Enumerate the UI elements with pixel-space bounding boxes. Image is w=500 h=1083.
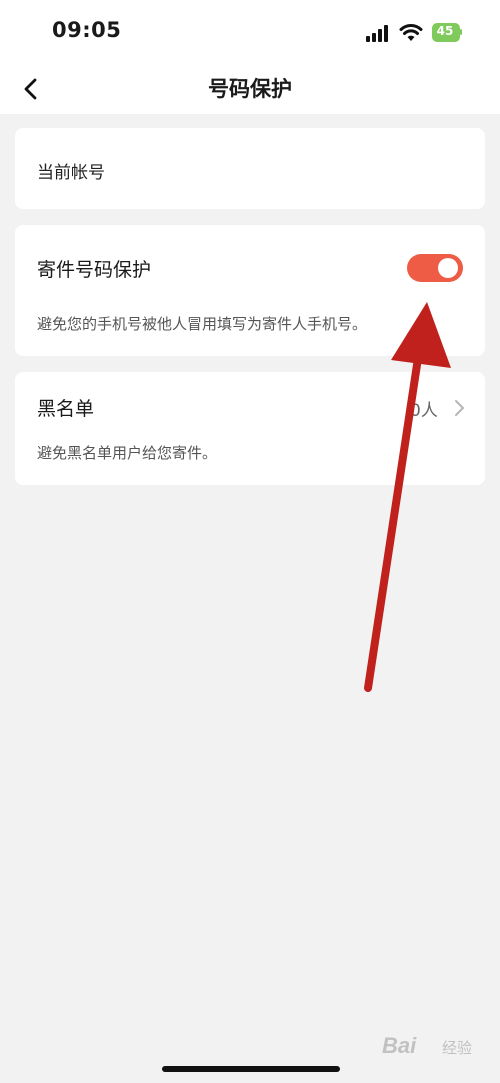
toggle-knob (438, 258, 458, 278)
status-time: 09:05 (52, 18, 122, 42)
wifi-icon (399, 24, 423, 41)
sender-protection-description: 避免您的手机号被他人冒用填写为寄件人手机号。 (37, 315, 368, 333)
nav-bar: 号码保护 (0, 64, 500, 114)
watermark-brand: Bai (382, 1033, 417, 1058)
baidu-watermark: Bai 经验 (382, 1027, 492, 1063)
blacklist-row[interactable]: 黑名单 0人 避免黑名单用户给您寄件。 (15, 372, 485, 485)
status-bar: 09:05 45 (0, 0, 500, 64)
current-account-card: 当前帐号 (15, 128, 485, 209)
sender-protection-title: 寄件号码保护 (37, 259, 152, 281)
blacklist-title: 黑名单 (37, 398, 95, 420)
cellular-signal-icon (366, 25, 390, 42)
battery-icon: 45 (432, 23, 462, 42)
sender-protection-toggle[interactable] (407, 254, 463, 282)
chevron-right-icon (455, 400, 464, 416)
page-title: 号码保护 (208, 77, 292, 101)
current-account-label: 当前帐号 (37, 163, 105, 183)
sender-protection-card: 寄件号码保护 避免您的手机号被他人冒用填写为寄件人手机号。 (15, 225, 485, 356)
home-indicator[interactable] (162, 1066, 340, 1072)
watermark-sub: 经验 (442, 1039, 473, 1057)
blacklist-description: 避免黑名单用户给您寄件。 (37, 444, 218, 462)
app-screen: 09:05 45 号码保护 当前帐号 寄件号码保护 避免您的手机号被他人冒用填写… (0, 0, 500, 1083)
battery-level: 45 (436, 24, 454, 38)
blacklist-count: 0人 (410, 401, 438, 421)
